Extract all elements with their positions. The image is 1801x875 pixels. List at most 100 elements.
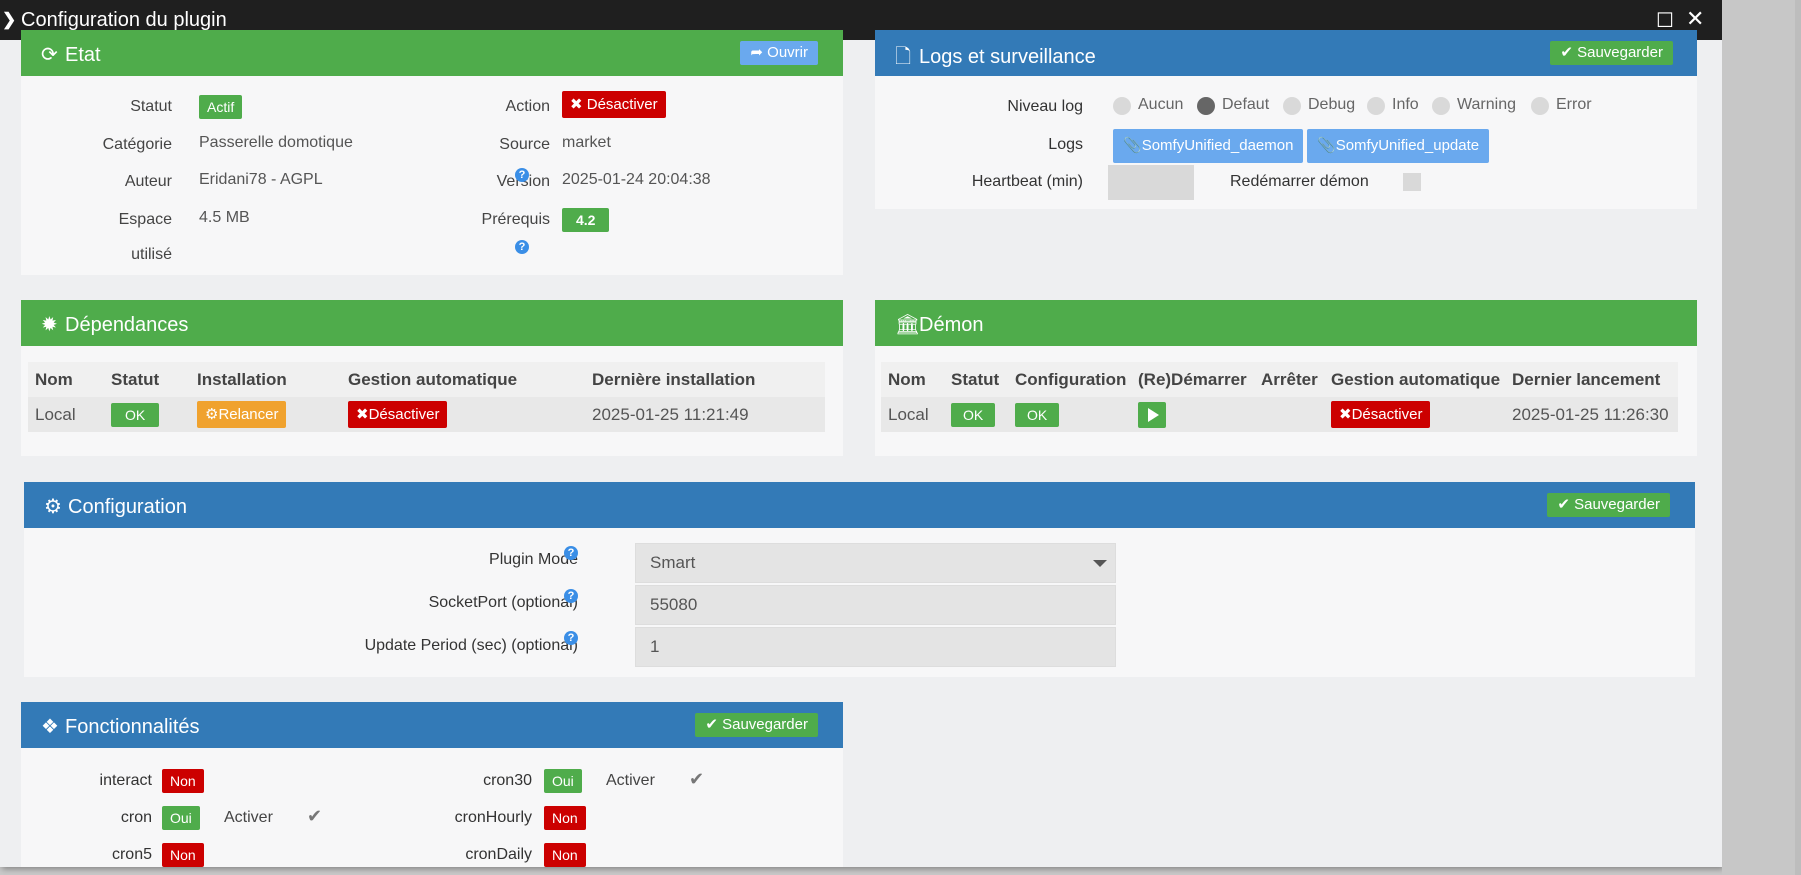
cron30-activer-label: Activer	[606, 772, 655, 789]
table-row: Local OK ⚙Relancer ✖Désactiver 2025-01-2…	[28, 397, 825, 432]
radio-info[interactable]	[1367, 97, 1385, 115]
close-icon[interactable]: ✕	[1686, 6, 1704, 32]
logs-title: Logs et surveillance	[919, 46, 1096, 68]
fonctionnalites-title: Fonctionnalités	[65, 716, 200, 738]
radio-warning[interactable]	[1432, 97, 1450, 115]
configuration-title: Configuration	[68, 496, 187, 518]
update-period-label: Update Period (sec) (optional)	[364, 637, 578, 654]
dependances-header: ✹ Dépendances	[21, 300, 843, 346]
crondaily-badge: Non	[544, 843, 586, 867]
statut-badge: Actif	[199, 95, 243, 119]
dep-statut-badge: OK	[111, 402, 160, 427]
espace-label: Espace	[118, 211, 172, 228]
action-label: Action	[505, 98, 550, 115]
demon-statut-badge: OK	[951, 402, 996, 427]
col-installation: Installation	[190, 362, 341, 397]
redemarrer-label: Redémarrer démon	[1230, 173, 1369, 190]
cron30-activer-checkbox[interactable]: ✔	[689, 769, 704, 790]
log-daemon-button[interactable]: 📎SomfyUnified_daemon	[1113, 129, 1304, 163]
demon-title: Démon	[919, 314, 984, 336]
fonctionnalites-save-button[interactable]: ✔ Sauvegarder	[695, 713, 818, 737]
socket-port-help-icon[interactable]: ?	[564, 589, 578, 603]
demon-dernier: 2025-01-25 11:26:30	[1505, 397, 1678, 432]
redemarrer-checkbox[interactable]	[1403, 173, 1421, 191]
radio-debug[interactable]	[1283, 97, 1301, 115]
chevron-down-icon	[1093, 560, 1107, 567]
dependances-panel: ✹ Dépendances Nom Statut Installation Ges…	[21, 300, 843, 456]
categorie-value: Passerelle domotique	[199, 134, 353, 151]
cronhourly-badge: Non	[544, 806, 586, 830]
demon-desactiver-label: Désactiver	[1351, 406, 1423, 423]
radio-error-label: Error	[1556, 96, 1592, 113]
file-icon: 🗋	[895, 46, 912, 68]
logs-panel: 🗋 Logs et surveillance ✔ Sauvegarder Nive…	[875, 30, 1697, 209]
dep-desactiver-button[interactable]: ✖Désactiver	[348, 401, 448, 428]
plugin-mode-help-icon[interactable]: ?	[564, 546, 578, 560]
update-period-input[interactable]: 1	[635, 627, 1116, 667]
col-nom: Nom	[28, 362, 104, 397]
open-button[interactable]: ➦ Ouvrir	[740, 41, 818, 65]
version-value: 2025-01-24 20:04:38	[562, 171, 711, 188]
background-area	[1722, 0, 1801, 875]
desactiver-plugin-label: Désactiver	[586, 96, 658, 113]
dependances-title: Dépendances	[65, 314, 189, 336]
demon-desactiver-button[interactable]: ✖Désactiver	[1331, 401, 1431, 428]
log-update-button[interactable]: 📎SomfyUnified_update	[1307, 129, 1490, 163]
certificate-icon: ✹	[41, 314, 58, 336]
demon-nom: Local	[881, 397, 944, 432]
dependances-table: Nom Statut Installation Gestion automati…	[28, 362, 825, 432]
radio-defaut-label: Defaut	[1222, 96, 1270, 113]
play-icon[interactable]	[1138, 401, 1166, 428]
chevron-right-icon[interactable]: ❯	[2, 10, 16, 30]
etat-header: ⟳ Etat ➦ Ouvrir	[21, 30, 843, 76]
auteur-label: Auteur	[124, 173, 172, 190]
version-help-icon[interactable]: ?	[515, 168, 529, 182]
cron5-label: cron5	[111, 846, 152, 863]
cronhourly-label: cronHourly	[454, 809, 532, 826]
espace-value: 4.5 MB	[199, 209, 250, 226]
demon-arreter	[1254, 397, 1324, 432]
niveau-log-label: Niveau log	[1007, 98, 1083, 115]
source-label: Source	[499, 136, 550, 153]
logs-save-button[interactable]: ✔ Sauvegarder	[1550, 41, 1673, 65]
config-save-button[interactable]: ✔ Sauvegarder	[1547, 493, 1670, 517]
radio-warning-label: Warning	[1457, 96, 1516, 113]
radio-error[interactable]	[1531, 97, 1549, 115]
cron-activer-label: Activer	[224, 809, 273, 826]
radio-aucun-label: Aucun	[1138, 96, 1184, 113]
configuration-header: ⚙ Configuration ✔ Sauvegarder	[24, 482, 1695, 528]
demon-panel: 🏛Démon Nom Statut Configuration (Re)Déma…	[875, 300, 1697, 456]
prerequis-help-icon[interactable]: ?	[515, 240, 529, 254]
desactiver-plugin-button[interactable]: ✖ Désactiver	[562, 91, 666, 118]
plugin-mode-select[interactable]: Smart	[635, 543, 1116, 583]
col-derniere: Dernière installation	[585, 362, 825, 397]
heartbeat-input[interactable]	[1108, 165, 1194, 200]
fonctionnalites-panel: ❖ Fonctionnalités ✔ Sauvegarder interact …	[21, 702, 843, 867]
interact-badge: Non	[162, 769, 204, 793]
prerequis-badge: 4.2	[562, 208, 610, 232]
update-period-help-icon[interactable]: ?	[564, 631, 578, 645]
relancer-label: Relancer	[218, 406, 279, 423]
col-redemarrer: (Re)Démarrer	[1131, 362, 1254, 397]
socket-port-input[interactable]: 55080	[635, 585, 1116, 625]
dep-nom: Local	[28, 397, 104, 432]
cron-activer-checkbox[interactable]: ✔	[307, 806, 322, 827]
demon-table: Nom Statut Configuration (Re)Démarrer Ar…	[881, 362, 1678, 432]
col-configuration: Configuration	[1008, 362, 1131, 397]
fonctionnalites-save-label: Sauvegarder	[722, 716, 808, 733]
radio-aucun[interactable]	[1113, 97, 1131, 115]
socket-port-label: SocketPort (optional)	[428, 594, 578, 611]
radio-defaut[interactable]	[1197, 97, 1215, 115]
relancer-button[interactable]: ⚙Relancer	[197, 401, 287, 428]
col-statut: Statut	[944, 362, 1008, 397]
statut-label: Statut	[130, 98, 172, 115]
logs-label: Logs	[1048, 136, 1083, 153]
configuration-panel: ⚙ Configuration ✔ Sauvegarder Plugin Mode…	[24, 482, 1695, 677]
logs-save-label: Sauvegarder	[1577, 44, 1663, 61]
scrollbar[interactable]	[1795, 0, 1801, 875]
plugin-mode-value: Smart	[650, 553, 696, 572]
cron30-badge: Oui	[544, 769, 582, 793]
espace-label-2: utilisé	[131, 246, 172, 263]
log-daemon-label: SomfyUnified_daemon	[1141, 137, 1294, 154]
crondaily-label: cronDaily	[465, 846, 532, 863]
